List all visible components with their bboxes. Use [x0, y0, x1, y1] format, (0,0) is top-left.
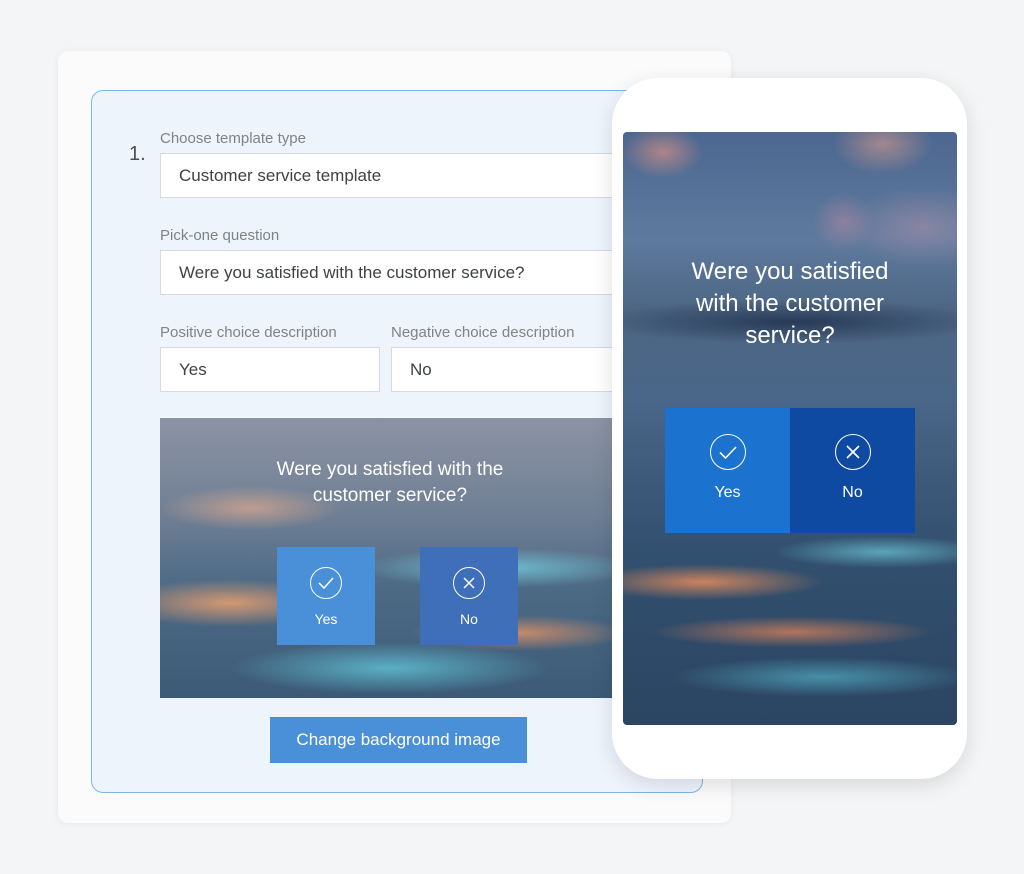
- stage: 1. Choose template type Customer service…: [0, 0, 1024, 874]
- negative-choice-input[interactable]: No: [391, 347, 631, 392]
- preview-no-button[interactable]: No: [420, 547, 518, 645]
- positive-choice-label: Positive choice description: [160, 324, 337, 341]
- phone-yes-label: Yes: [714, 484, 741, 501]
- preview-yes-label: Yes: [314, 611, 338, 627]
- phone-no-button[interactable]: No: [790, 408, 915, 533]
- x-circle-icon: [834, 434, 871, 470]
- preview-yes-button[interactable]: Yes: [277, 547, 375, 645]
- phone-mockup: Were you satisfied with the customer ser…: [612, 78, 967, 779]
- positive-choice-input[interactable]: Yes: [160, 347, 380, 392]
- step-number: 1.: [129, 143, 146, 165]
- phone-yes-button[interactable]: Yes: [665, 408, 790, 533]
- change-background-button[interactable]: Change background image: [270, 717, 527, 763]
- template-type-label: Choose template type: [160, 130, 306, 147]
- template-type-select[interactable]: Customer service template: [160, 153, 630, 198]
- phone-screen: Were you satisfied with the customer ser…: [623, 132, 957, 725]
- question-label: Pick-one question: [160, 227, 280, 244]
- preview-question: Were you satisfied with the customer ser…: [276, 459, 504, 506]
- negative-choice-label: Negative choice description: [391, 324, 575, 341]
- check-circle-icon: [709, 434, 746, 470]
- check-circle-icon: [310, 567, 342, 599]
- x-circle-icon: [453, 567, 485, 599]
- preview-no-label: No: [460, 611, 478, 627]
- question-input[interactable]: Were you satisfied with the customer ser…: [160, 250, 630, 295]
- survey-preview: Were you satisfied with the customer ser…: [160, 418, 620, 698]
- phone-no-label: No: [842, 484, 863, 501]
- phone-question: Were you satisfied with the customer ser…: [691, 258, 889, 349]
